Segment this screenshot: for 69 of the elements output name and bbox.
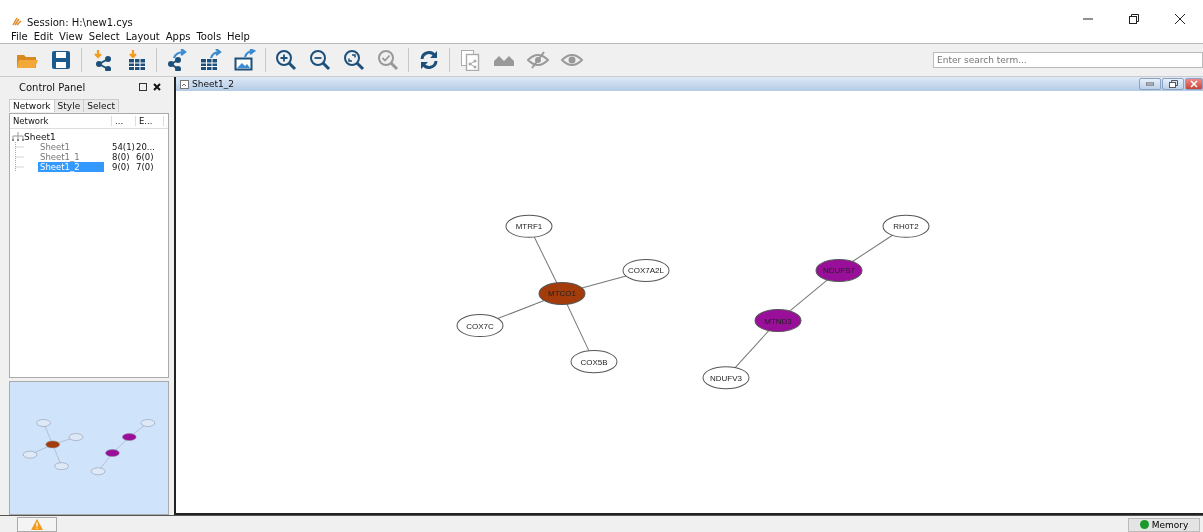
zoom-fit-icon[interactable]	[343, 49, 365, 71]
tree-item[interactable]: Sheet1	[24, 131, 56, 142]
network-node[interactable]: COX7A2L	[622, 258, 670, 282]
menu-item[interactable]: Layout	[122, 31, 163, 42]
tree-line	[15, 142, 24, 152]
search-field[interactable]: Enter search term...	[933, 52, 1203, 68]
zoom-check-icon[interactable]	[377, 49, 399, 71]
table-cell-text: 8(0)	[112, 152, 131, 162]
edge-line[interactable]	[581, 275, 627, 289]
network-node[interactable]: COX7C	[456, 314, 504, 338]
view-title: Sheet1_2	[192, 79, 234, 89]
export-table-icon[interactable]	[200, 49, 222, 71]
menu-item[interactable]: Help	[224, 31, 253, 42]
menu-item[interactable]: File	[8, 31, 31, 42]
close-button[interactable]	[1185, 78, 1203, 90]
table-cell-text: 9(0)	[112, 162, 131, 172]
zoom-out-icon[interactable]	[309, 49, 331, 71]
export-image-icon[interactable]	[234, 49, 256, 71]
network-node[interactable]: NDUFV3	[702, 366, 750, 390]
documents-icon[interactable]	[459, 49, 481, 71]
network-view-icon	[180, 79, 189, 89]
float-icon[interactable]	[139, 83, 147, 91]
restore-icon	[1168, 80, 1178, 88]
tree-line	[15, 152, 24, 162]
close-icon[interactable]	[1175, 14, 1185, 24]
edge-line[interactable]	[789, 279, 828, 312]
menu-item[interactable]: View	[56, 31, 86, 42]
table-cell: 54(1)	[112, 142, 136, 152]
menu-item[interactable]: Edit	[30, 31, 57, 42]
window-title: Session: H:\new1.cys	[27, 17, 133, 30]
eye-slash-icon[interactable]	[527, 49, 549, 71]
close-icon	[1190, 80, 1198, 88]
menu-item[interactable]: Apps	[162, 31, 194, 42]
panel-tab[interactable]: Network	[9, 99, 55, 112]
export-network-icon[interactable]	[166, 49, 188, 71]
menu-item[interactable]: Tools	[193, 31, 225, 42]
warning-button[interactable]	[17, 517, 57, 532]
edge-line[interactable]	[734, 330, 770, 369]
tree-item[interactable]: Sheet1	[38, 142, 72, 152]
edge-line[interactable]	[852, 234, 893, 262]
column-header[interactable]: Network	[10, 116, 112, 126]
network-node[interactable]: COX5B	[570, 350, 618, 374]
panel-tab[interactable]: Select	[83, 99, 119, 112]
restore-icon[interactable]	[1129, 14, 1139, 24]
refresh-icon[interactable]	[418, 49, 440, 71]
column-header[interactable]: E...	[136, 116, 164, 126]
edge-line[interactable]	[566, 303, 590, 352]
memory-button[interactable]: Memory	[1128, 517, 1200, 532]
warning-icon	[31, 519, 43, 530]
minimize-icon	[1146, 82, 1154, 86]
menu-item[interactable]: Select	[85, 31, 123, 42]
edge-line[interactable]	[497, 299, 545, 320]
network-node[interactable]: RH0T2	[882, 214, 930, 238]
network-node[interactable]: MTRF1	[505, 214, 553, 238]
tree-line	[15, 162, 24, 172]
import-network-icon[interactable]	[91, 49, 113, 71]
table-cell-text: 6(0)	[136, 152, 155, 162]
tree-item[interactable]: Sheet1_1	[38, 152, 82, 162]
app-icon	[12, 16, 23, 27]
tree-icon	[12, 132, 24, 141]
edge-line[interactable]	[533, 236, 558, 284]
panel-title: Control Panel	[19, 81, 86, 93]
table-cell-text: 7(0)	[136, 162, 155, 172]
save-icon[interactable]	[50, 49, 72, 71]
zoom-in-icon[interactable]	[275, 49, 297, 71]
column-header[interactable]: ...	[112, 116, 136, 126]
close-icon[interactable]	[153, 83, 161, 91]
table-cell-text: 20...	[136, 142, 156, 152]
restore-button[interactable]	[1162, 78, 1184, 90]
